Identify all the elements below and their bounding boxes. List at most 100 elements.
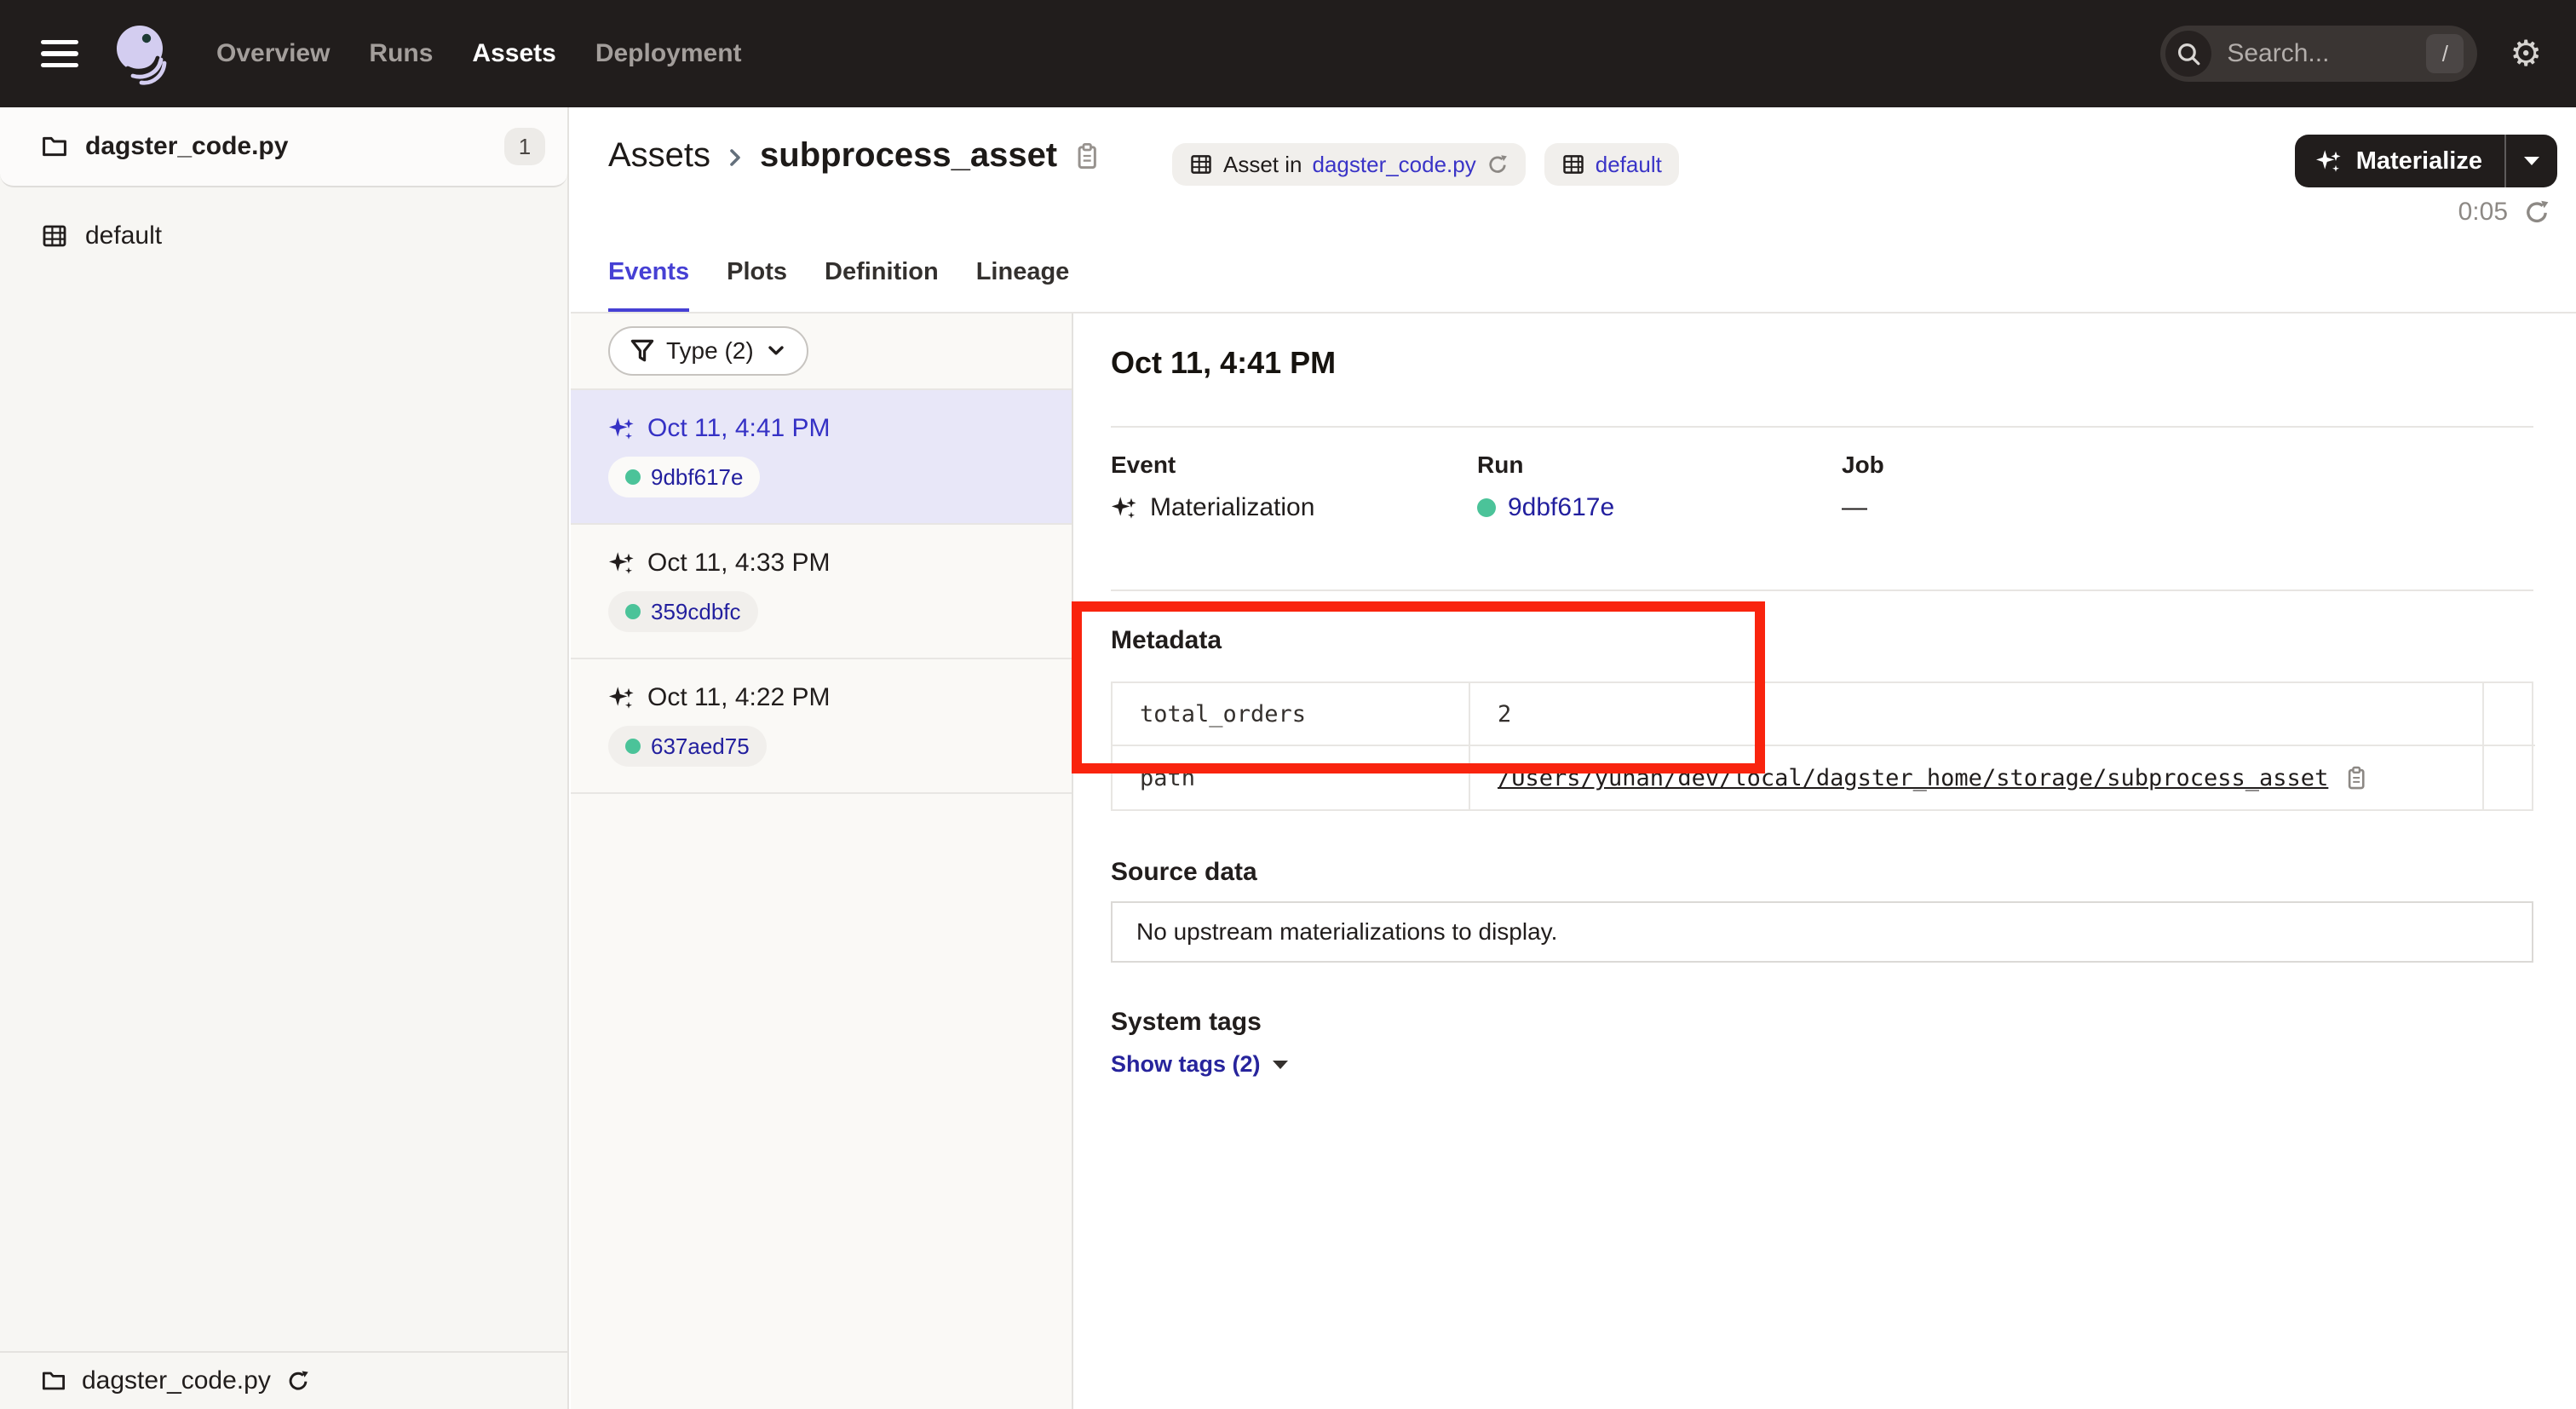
tab-definition[interactable]: Definition [825,258,939,312]
event-list-item[interactable]: Oct 11, 4:22 PM 637aed75 [571,659,1072,794]
sidebar-item-default[interactable]: default [0,206,567,266]
show-tags-label: Show tags (2) [1111,1051,1261,1078]
metadata-value: 2 [1470,683,2484,746]
show-tags-toggle[interactable]: Show tags (2) [1111,1051,1288,1078]
path-link[interactable]: /Users/yuhan/dev/local/dagster_home/stor… [1498,765,2328,791]
divider [1111,426,2533,428]
asset-group-icon [41,222,68,250]
left-sidebar: dagster_code.py 1 default dagster_code.p… [0,107,569,1409]
asset-group-link[interactable]: default [1596,152,1662,178]
run-id-chip[interactable]: 9dbf617e [608,457,760,497]
events-list-panel: Type (2) Oct 11, 4:41 PM 9dbf617e [571,313,1073,1409]
metadata-key: path [1113,746,1470,809]
gear-icon[interactable]: ⚙ [2510,36,2542,72]
search-shortcut-key: / [2426,34,2464,73]
events-filter-bar: Type (2) [571,313,1072,390]
event-list-item[interactable]: Oct 11, 4:41 PM 9dbf617e [571,390,1072,525]
run-column-label: Run [1477,450,1842,480]
event-summary-columns: Event Materialization Run 9dbf617e Job — [1111,450,2533,525]
refresh-icon[interactable] [2523,198,2550,226]
tab-events[interactable]: Events [608,258,689,312]
breadcrumb: Assets subprocess_asset [608,136,1101,175]
asset-tabs: Events Plots Definition Lineage [608,258,1069,312]
system-tags-heading: System tags [1111,1005,2533,1039]
hamburger-menu-icon[interactable] [41,40,78,67]
search-icon [2165,31,2211,77]
asset-count-badge: 1 [504,128,545,165]
source-data-heading: Source data [1111,855,2533,889]
asset-grid-icon [1189,152,1213,176]
reload-icon[interactable] [1486,153,1509,175]
reload-location-icon[interactable] [286,1369,310,1393]
event-detail-title: Oct 11, 4:41 PM [1111,341,2533,385]
job-column-label: Job [1842,450,2533,480]
run-id-chip[interactable]: 359cdbfc [608,591,758,632]
sidebar-footer: dagster_code.py [0,1351,567,1409]
run-id-chip[interactable]: 637aed75 [608,726,767,767]
refresh-timer: 0:05 [2458,198,2550,227]
event-timestamp: Oct 11, 4:22 PM [647,683,831,712]
asset-location-prefix: Asset in [1223,152,1302,178]
metadata-table: total_orders 2 path /Users/yuhan/dev/loc… [1111,681,2533,811]
nav-item-deployment[interactable]: Deployment [595,39,742,68]
asset-location-pill: Asset in dagster_code.py [1172,143,1526,186]
run-id: 359cdbfc [651,599,741,625]
type-filter-dropdown[interactable]: Type (2) [608,326,808,376]
type-filter-label: Type (2) [666,337,754,365]
run-success-dot [625,604,641,619]
event-timestamp: Oct 11, 4:33 PM [647,549,831,578]
caret-down-icon [1273,1061,1288,1069]
materialize-dropdown-button[interactable] [2506,157,2557,165]
asset-location-link[interactable]: dagster_code.py [1313,152,1476,178]
run-id: 637aed75 [651,733,750,760]
materialization-sparkle-icon [608,684,635,711]
dagster-logo[interactable] [111,22,174,85]
event-column-label: Event [1111,450,1477,480]
divider [1111,589,2533,591]
source-data-empty-message: No upstream materializations to display. [1136,918,1557,946]
sparkle-icon [2315,147,2343,175]
search-placeholder: Search... [2227,39,2426,68]
primary-nav: Overview Runs Assets Deployment [216,39,742,68]
sidebar-code-location-header[interactable]: dagster_code.py 1 [0,107,567,187]
run-id-link[interactable]: 9dbf617e [1508,491,1614,525]
event-detail-panel: Oct 11, 4:41 PM Event Materialization Ru… [1075,313,2576,1409]
run-id: 9dbf617e [651,464,743,491]
asset-tag-pills: Asset in dagster_code.py default [1172,143,1679,186]
nav-item-overview[interactable]: Overview [216,39,330,68]
run-success-dot [625,739,641,754]
metadata-actions-cell [2484,746,2535,809]
nav-right-group: Search... / ⚙ [2160,26,2542,82]
refresh-countdown: 0:05 [2458,198,2508,227]
materialize-label: Materialize [2356,147,2482,175]
nav-item-assets[interactable]: Assets [472,39,555,68]
nav-item-runs[interactable]: Runs [369,39,433,68]
search-input[interactable]: Search... / [2160,26,2477,82]
materialization-sparkle-icon [608,549,635,577]
metadata-value-path: /Users/yuhan/dev/local/dagster_home/stor… [1470,746,2484,809]
materialization-sparkle-icon [1111,494,1138,521]
group-grid-icon [1561,152,1585,176]
asset-page-header: Assets subprocess_asset Asset in dagster… [571,107,2576,313]
code-location-name: dagster_code.py [85,132,288,161]
chevron-right-icon [724,147,746,169]
tab-lineage[interactable]: Lineage [976,258,1070,312]
page-title: subprocess_asset [760,136,1057,175]
event-timestamp: Oct 11, 4:41 PM [647,414,831,443]
footer-code-location-name: dagster_code.py [82,1366,271,1395]
tab-plots[interactable]: Plots [727,258,787,312]
run-success-dot [625,469,641,485]
filter-funnel-icon [630,339,654,363]
job-value: — [1842,491,1867,525]
sidebar-item-label: default [85,221,162,250]
metadata-key: total_orders [1113,683,1470,746]
metadata-actions-cell [2484,683,2535,746]
breadcrumb-assets-link[interactable]: Assets [608,136,710,175]
caret-down-icon [2524,157,2539,165]
event-list-item[interactable]: Oct 11, 4:33 PM 359cdbfc [571,525,1072,659]
materialize-button[interactable]: Materialize [2295,135,2557,187]
chevron-down-icon [766,341,786,361]
copy-path-icon[interactable] [2343,765,2369,791]
folder-icon [41,133,68,160]
copy-asset-name-icon[interactable] [1072,141,1101,170]
